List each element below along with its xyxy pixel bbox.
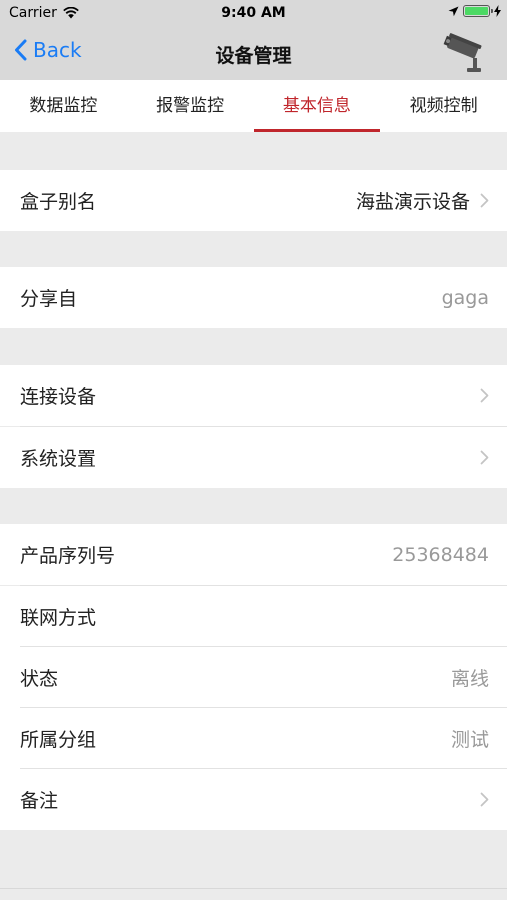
chevron-right-icon xyxy=(480,388,489,403)
tab-data-monitor[interactable]: 数据监控 xyxy=(0,80,127,132)
alias-label: 盒子别名 xyxy=(20,191,97,213)
serial-value: 25368484 xyxy=(392,543,489,566)
status-bar: Carrier 9:40 AM xyxy=(0,0,507,28)
state-row: 状态 离线 xyxy=(0,647,507,708)
remark-label: 备注 xyxy=(20,790,59,812)
shared-from-value: gaga xyxy=(441,286,489,309)
security-camera-icon[interactable] xyxy=(443,32,485,74)
battery-icon xyxy=(463,5,493,17)
group-row: 所属分组 测试 xyxy=(0,708,507,769)
bottom-divider xyxy=(0,888,507,889)
state-label: 状态 xyxy=(20,668,59,690)
tab-alarm-monitor[interactable]: 报警监控 xyxy=(127,80,254,132)
serial-label: 产品序列号 xyxy=(20,545,116,567)
connect-device-label: 连接设备 xyxy=(20,386,97,408)
group-label: 所属分组 xyxy=(20,729,97,751)
tab-bar: 数据监控 报警监控 基本信息 视频控制 xyxy=(0,80,507,132)
group-value: 测试 xyxy=(450,729,489,751)
alias-value: 海盐演示设备 xyxy=(355,191,470,213)
navigation-bar: Back 设备管理 xyxy=(0,28,507,80)
network-row: 联网方式 xyxy=(0,586,507,647)
system-settings-row[interactable]: 系统设置 xyxy=(0,427,507,488)
shared-from-label: 分享自 xyxy=(20,288,78,310)
location-icon xyxy=(448,6,459,16)
remark-row[interactable]: 备注 xyxy=(0,769,507,830)
alias-row[interactable]: 盒子别名 海盐演示设备 xyxy=(0,170,507,231)
chevron-right-icon xyxy=(480,792,489,807)
chevron-right-icon xyxy=(480,193,489,208)
connect-device-row[interactable]: 连接设备 xyxy=(0,365,507,426)
serial-row: 产品序列号 25368484 xyxy=(0,524,507,585)
shared-from-row: 分享自 gaga xyxy=(0,267,507,328)
status-right xyxy=(448,5,501,17)
page-title: 设备管理 xyxy=(215,45,292,67)
tab-video-control[interactable]: 视频控制 xyxy=(380,80,507,132)
charging-icon xyxy=(494,5,501,17)
network-label: 联网方式 xyxy=(20,607,97,629)
tab-basic-info[interactable]: 基本信息 xyxy=(253,80,381,132)
status-time: 9:40 AM xyxy=(221,5,286,21)
state-value: 离线 xyxy=(450,668,489,690)
system-settings-label: 系统设置 xyxy=(20,448,97,470)
chevron-right-icon xyxy=(480,450,489,465)
